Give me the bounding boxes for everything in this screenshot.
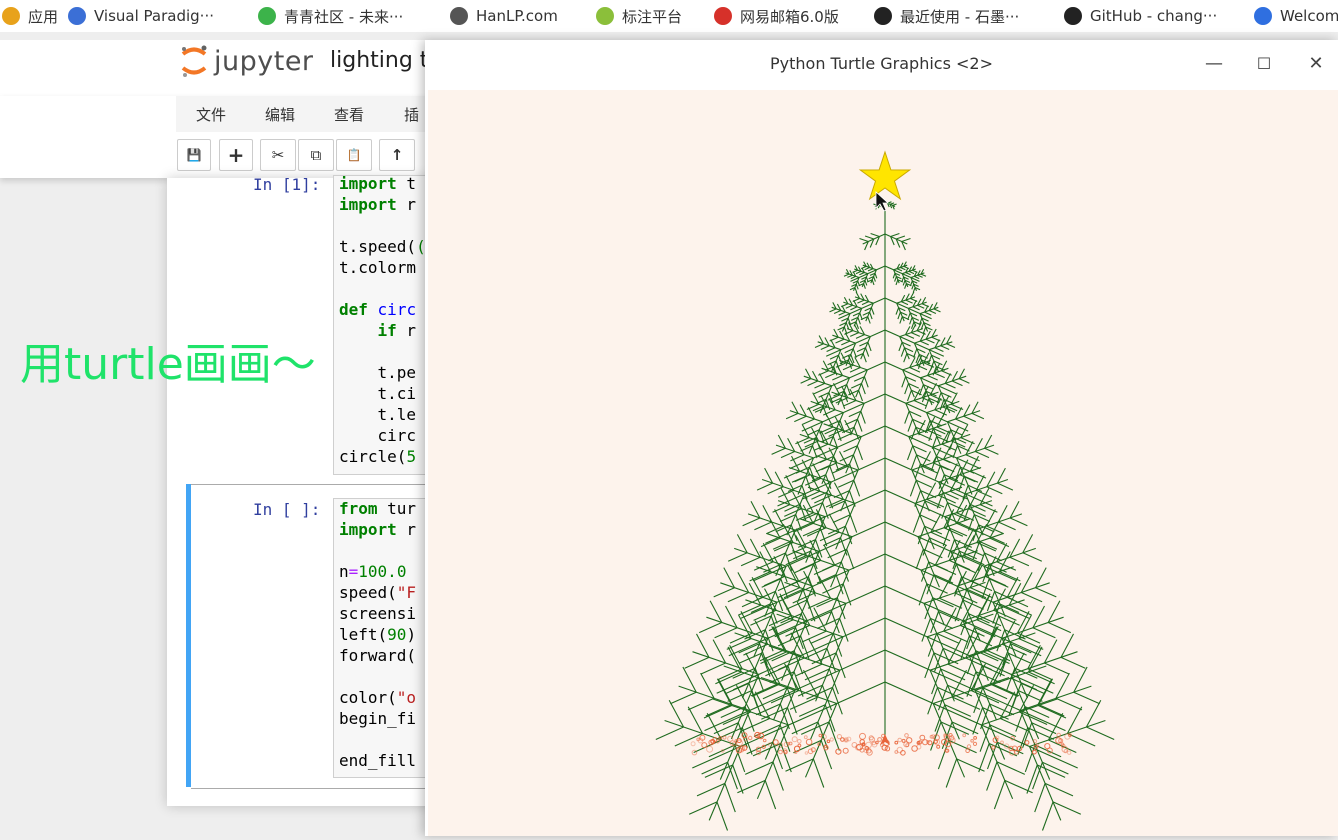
- code-line: t.ci: [339, 384, 417, 403]
- christmas-tree-drawing: [655, 150, 1115, 831]
- menu-insert[interactable]: 插: [404, 104, 419, 125]
- bookmark-item[interactable]: Welcom: [1254, 0, 1338, 32]
- bookmark-label: 应用: [28, 7, 59, 26]
- close-icon: ✕: [1308, 53, 1324, 74]
- arrow-up-icon: ↑: [390, 146, 404, 164]
- video-caption-overlay: 用turtle画画～: [20, 339, 316, 390]
- code-line: left(90): [339, 625, 417, 644]
- bookmark-label: 标注平台: [622, 7, 683, 26]
- menu-edit[interactable]: 编辑: [265, 104, 295, 125]
- bookmark-item[interactable]: GitHub - chang···: [1064, 0, 1217, 32]
- code-line: n=100.0: [339, 562, 407, 581]
- shimo-icon: [874, 7, 892, 25]
- code-line: color("o: [339, 688, 417, 707]
- plus-icon: +: [227, 143, 245, 167]
- cell-1-code[interactable]: import t import r t.speed(( t.colorm def cir…: [339, 173, 426, 467]
- bookmark-item[interactable]: Visual Paradig···: [68, 0, 214, 32]
- bookmark-item[interactable]: 应用: [2, 0, 58, 32]
- globe-icon: [450, 7, 468, 25]
- turtle-canvas[interactable]: [428, 90, 1338, 836]
- turtle-graphics-window: Python Turtle Graphics <2> — ☐ ✕: [425, 40, 1338, 836]
- code-line: def circ: [339, 300, 417, 319]
- code-line: t.pe: [339, 363, 417, 382]
- code-line: speed("F: [339, 583, 417, 602]
- bookmark-label: 青青社区 - 未来···: [284, 7, 404, 26]
- bookmark-label: 网易邮箱6.0版: [740, 7, 839, 26]
- code-line: circle(5: [339, 447, 417, 466]
- code-line: circ: [339, 426, 417, 445]
- jupyter-logo-icon: [181, 45, 207, 77]
- menu-view[interactable]: 查看: [334, 104, 364, 125]
- bookmark-item[interactable]: 最近使用 - 石墨···: [874, 0, 1019, 32]
- code-line: t.colorm: [339, 258, 417, 277]
- netease-icon: [714, 7, 732, 25]
- star-icon: [858, 150, 912, 201]
- code-line: forward(: [339, 646, 417, 665]
- code-line: from tur: [339, 499, 417, 518]
- cell-2-code[interactable]: from tur import r n=100.0 speed("F screensi l…: [339, 498, 416, 771]
- visual-paradigm-icon: [68, 7, 86, 25]
- github-icon: [1064, 7, 1082, 25]
- bookmark-label: GitHub - chang···: [1090, 7, 1218, 25]
- bookmark-item[interactable]: HanLP.com: [450, 0, 558, 32]
- leaf-icon: [258, 7, 276, 25]
- turtle-window-titlebar[interactable]: Python Turtle Graphics <2> — ☐ ✕: [425, 40, 1338, 88]
- bookmark-label: Visual Paradig···: [94, 7, 214, 25]
- maximize-button[interactable]: ☐: [1249, 50, 1279, 78]
- cut-button[interactable]: ✂: [260, 139, 296, 171]
- minimize-icon: —: [1205, 53, 1223, 74]
- save-button[interactable]: 💾: [177, 139, 211, 171]
- maximize-icon: ☐: [1256, 54, 1272, 73]
- save-icon: 💾: [186, 148, 202, 162]
- copy-button[interactable]: ⧉: [298, 139, 334, 171]
- copy-icon: ⧉: [310, 146, 322, 164]
- code-line: import t: [339, 174, 417, 193]
- code-line: end_fill: [339, 751, 417, 770]
- bookmarks-bar: 应用 Visual Paradig··· 青青社区 - 未来··· HanLP.com…: [0, 0, 1338, 32]
- close-button[interactable]: ✕: [1301, 50, 1331, 78]
- menu-file[interactable]: 文件: [196, 104, 226, 125]
- cell-2-prompt: In [ ]:: [253, 500, 321, 519]
- scissors-icon: ✂: [271, 146, 285, 164]
- cell-1-prompt: In [1]:: [253, 175, 321, 194]
- code-line: screensi: [339, 604, 417, 623]
- code-line: if r: [377, 321, 417, 340]
- code-line: t.le: [339, 405, 417, 424]
- add-cell-button[interactable]: +: [219, 139, 253, 171]
- mouse-pointer-icon: [875, 191, 890, 212]
- minimize-button[interactable]: —: [1199, 50, 1229, 78]
- paste-button[interactable]: 📋: [336, 139, 372, 171]
- infinity-icon: [1254, 7, 1272, 25]
- bookmark-label: HanLP.com: [476, 7, 558, 25]
- code-line: import r: [339, 195, 417, 214]
- flower-icon: [596, 7, 614, 25]
- code-line: begin_fi: [339, 709, 417, 728]
- bookmark-label: Welcom: [1280, 7, 1338, 25]
- paste-icon: 📋: [346, 148, 362, 162]
- bookmark-item[interactable]: 网易邮箱6.0版: [714, 0, 839, 32]
- bookmark-item[interactable]: 标注平台: [596, 0, 682, 32]
- jupyter-logo-text: jupyter: [214, 45, 314, 77]
- move-up-button[interactable]: ↑: [379, 139, 415, 171]
- code-line: t.speed((: [339, 237, 426, 256]
- jupyter-logo[interactable]: jupyter: [180, 44, 314, 78]
- bookmark-item[interactable]: 青青社区 - 未来···: [258, 0, 403, 32]
- code-line: import r: [339, 520, 417, 539]
- apps-grid-icon: [2, 7, 20, 25]
- bookmark-label: 最近使用 - 石墨···: [900, 7, 1020, 26]
